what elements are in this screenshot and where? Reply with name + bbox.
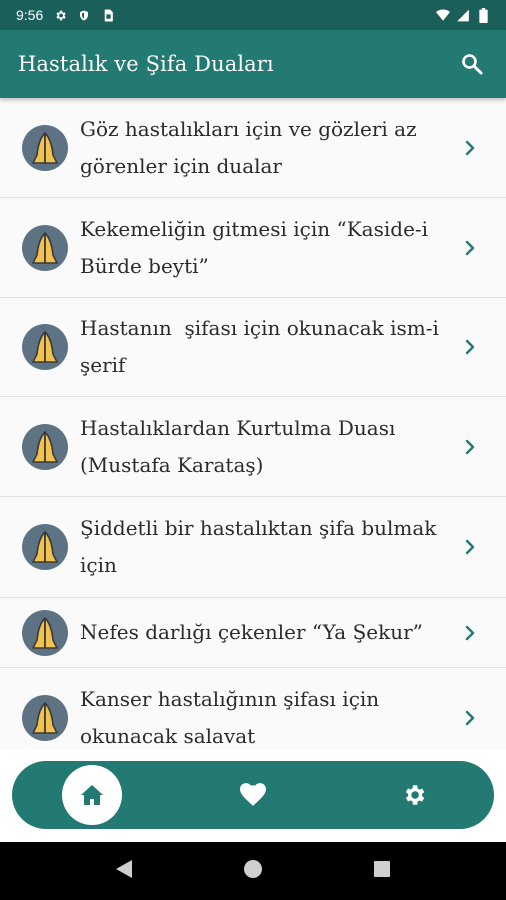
home-system-button[interactable]: [243, 859, 263, 883]
recents-button[interactable]: [373, 860, 391, 882]
list-item[interactable]: Göz hastalıkları için ve gözleri az göre…: [0, 98, 506, 198]
status-time: 9:56: [16, 7, 44, 23]
bottom-nav: [12, 761, 494, 829]
home-circle-icon: [244, 860, 262, 878]
praying-hands-icon: [22, 524, 68, 570]
battery-icon: [476, 7, 490, 23]
list-item[interactable]: Hastanın şifası için okunacak ism-i şeri…: [0, 298, 506, 397]
chevron-right-icon: [462, 140, 478, 156]
list-item-title: Hastalıklardan Kurtulma Duası (Mustafa K…: [80, 415, 396, 477]
search-button[interactable]: [456, 48, 488, 80]
back-button[interactable]: [115, 859, 133, 883]
list-item-title: Şiddetli bir hastalıktan şifa bulmak içi…: [80, 516, 437, 577]
list-item-title: Nefes darlığı çekenler “Ya Şekur”: [80, 620, 423, 644]
praying-hands-icon: [22, 609, 68, 656]
chevron-right-icon: [462, 240, 478, 256]
chevron-right-icon: [462, 710, 478, 726]
list-item-title: Kekemeliğin gitmesi için “Kaside-i Bürde…: [80, 216, 429, 278]
chevron-right-icon: [462, 625, 478, 641]
home-icon: [81, 785, 104, 805]
app-bar: Hastalık ve Şifa Duaları: [0, 30, 506, 98]
list-item[interactable]: Kekemeliğin gitmesi için “Kaside-i Bürde…: [0, 198, 506, 298]
praying-hands-icon: [22, 224, 68, 271]
list-item-title: Kanser hastalığının şifası için okunacak…: [80, 686, 380, 748]
list-item-title: Göz hastalıkları için ve gözleri az göre…: [80, 116, 417, 178]
chevron-right-icon: [462, 539, 478, 555]
list-item-title: Hastanın şifası için okunacak ism-i şeri…: [80, 316, 446, 377]
status-bar: 9:56: [0, 0, 506, 30]
praying-hands-icon: [22, 324, 68, 370]
system-nav-bar: [0, 842, 506, 900]
gear-icon: [405, 785, 424, 805]
praying-hands-icon: [22, 423, 68, 470]
recents-square-icon: [374, 861, 390, 877]
nav-settings-button[interactable]: [384, 765, 444, 825]
gear-status-icon: [53, 8, 67, 22]
chevron-right-icon: [462, 439, 478, 455]
nav-home-button[interactable]: [62, 765, 123, 825]
list-item[interactable]: Şiddetli bir hastalıktan şifa bulmak içi…: [0, 497, 506, 598]
wifi-icon: [436, 8, 450, 22]
nav-favorites-button[interactable]: [223, 765, 283, 825]
search-icon: [462, 54, 483, 75]
chevron-right-icon: [462, 339, 478, 355]
praying-hands-icon: [22, 694, 68, 741]
dua-list: Göz hastalıkları için ve gözleri az göre…: [0, 98, 506, 750]
praying-hands-icon: [22, 124, 68, 171]
shield-status-icon: [77, 8, 91, 22]
sim-status-icon: [101, 8, 115, 22]
signal-icon: [456, 8, 470, 22]
back-triangle-icon: [116, 860, 132, 878]
app-title: Hastalık ve Şifa Duaları: [18, 52, 274, 76]
list-item[interactable]: Nefes darlığı çekenler “Ya Şekur”: [0, 598, 506, 668]
list-item[interactable]: Hastalıklardan Kurtulma Duası (Mustafa K…: [0, 397, 506, 497]
list-item[interactable]: Kanser hastalığının şifası için okunacak…: [0, 668, 506, 750]
heart-icon: [239, 783, 266, 806]
